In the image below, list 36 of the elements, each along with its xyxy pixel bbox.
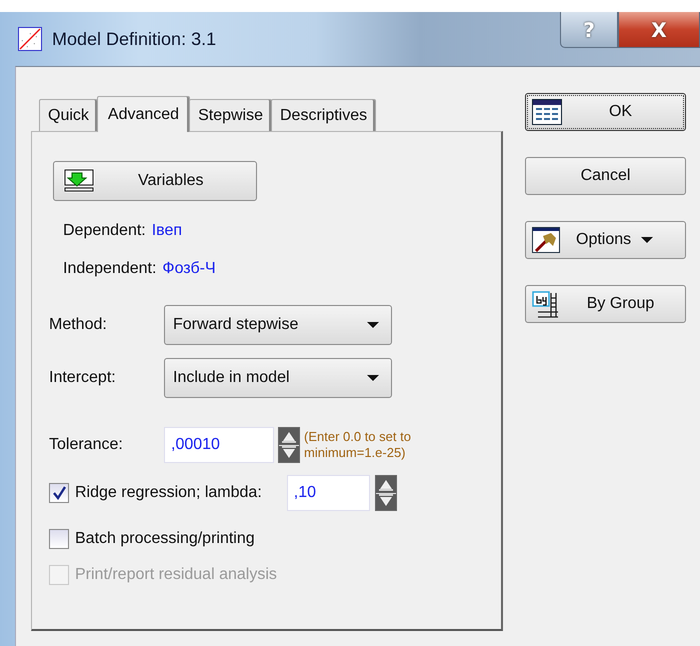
window-title: Model Definition: 3.1 xyxy=(52,28,216,50)
table-icon xyxy=(532,99,562,125)
tab[interactable]: Quick xyxy=(39,99,98,131)
hammer-icon xyxy=(532,227,560,253)
download-icon xyxy=(64,169,94,193)
spinner-icon[interactable] xyxy=(374,475,397,511)
input-field[interactable]: ,00010 xyxy=(164,427,274,463)
checkbox[interactable]: Ridge regression; lambda: xyxy=(49,483,262,503)
tab[interactable]: Descriptives xyxy=(271,99,376,131)
dropdown[interactable]: Include in model xyxy=(164,358,392,398)
dialog-button[interactable]: Cancel xyxy=(525,157,686,195)
variable-value: Фозб-Ч xyxy=(162,260,216,278)
grouped-grid-icon xyxy=(532,290,558,318)
field-label: Intercept: xyxy=(49,369,117,387)
caret-icon xyxy=(641,237,654,243)
menu-button[interactable]: Options xyxy=(525,221,686,259)
chart-app-icon xyxy=(18,27,42,51)
dialog-button[interactable]: OK xyxy=(525,93,686,131)
tab[interactable]: Advanced xyxy=(96,96,190,132)
hint-text: (Enter 0.0 to set to minimum=1.e-25) xyxy=(304,429,412,461)
checkbox[interactable]: Batch processing/printing xyxy=(49,529,255,549)
dialog-button[interactable]: By Group xyxy=(525,285,686,323)
tab[interactable]: Stepwise xyxy=(189,99,272,131)
dropdown[interactable]: Forward stepwise xyxy=(164,305,392,345)
field-label: Method: xyxy=(49,316,108,334)
variable-value: Івеп xyxy=(152,222,182,240)
spinner-icon[interactable] xyxy=(278,427,300,463)
field-label: Tolerance: xyxy=(49,436,124,454)
variable-label: Independent: xyxy=(63,260,156,278)
variable-label: Dependent: xyxy=(63,222,146,240)
input-field[interactable]: ,10 xyxy=(286,475,370,511)
variables-button[interactable]: Variables xyxy=(53,161,257,201)
close-button[interactable]: X xyxy=(618,12,700,48)
dropdown-arrow-icon xyxy=(367,322,379,328)
dropdown-arrow-icon xyxy=(367,375,379,381)
checkmark-icon xyxy=(52,486,66,500)
